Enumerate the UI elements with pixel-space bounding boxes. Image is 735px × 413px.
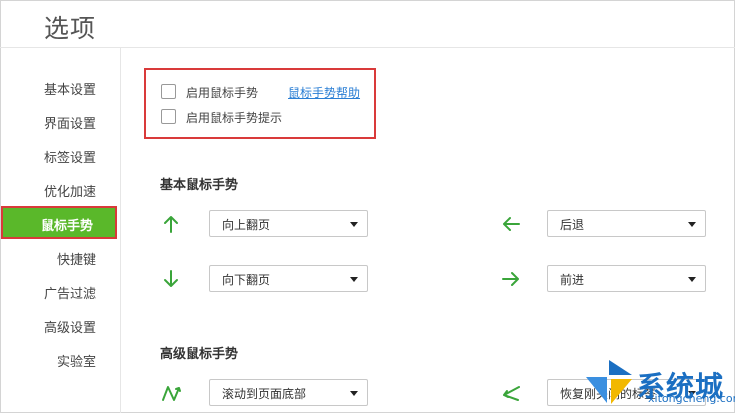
gesture-right-value: 前进 xyxy=(560,273,585,287)
gesture-up-value: 向上翻页 xyxy=(222,218,271,232)
basic-gestures-title: 基本鼠标手势 xyxy=(160,178,239,193)
chevron-down-icon xyxy=(350,391,358,396)
chevron-down-icon xyxy=(688,277,696,282)
gesture-zigzag-icon xyxy=(162,386,181,401)
gesture-zigzag-value: 滚动到页面底部 xyxy=(222,387,307,401)
gesture-turn-icon xyxy=(503,386,520,401)
sidebar-item-mouse-gesture[interactable]: 鼠标手势 xyxy=(1,206,117,239)
gesture-down-select[interactable]: 向下翻页 xyxy=(209,265,368,292)
arrow-left-icon xyxy=(503,217,520,231)
watermark-logo-icon xyxy=(586,360,632,404)
watermark-url: xitongcheng.com xyxy=(648,392,735,405)
gesture-right-select[interactable]: 前进 xyxy=(547,265,706,292)
gesture-down-value: 向下翻页 xyxy=(222,273,271,287)
arrow-right-icon xyxy=(502,272,519,286)
sidebar-item-basic[interactable]: 基本设置 xyxy=(44,79,96,98)
sidebar-item-label: 鼠标手势 xyxy=(40,219,93,234)
arrow-up-icon xyxy=(164,216,178,233)
chevron-down-icon xyxy=(350,277,358,282)
gesture-left-select[interactable]: 后退 xyxy=(547,210,706,237)
chevron-down-icon xyxy=(688,222,696,227)
chevron-down-icon xyxy=(350,222,358,227)
gesture-options-highlight xyxy=(144,68,376,139)
sidebar-item-adblock[interactable]: 广告过滤 xyxy=(44,283,96,302)
advanced-gestures-title: 高级鼠标手势 xyxy=(160,347,239,362)
enable-gesture-hint-checkbox[interactable] xyxy=(161,109,176,124)
sidebar-item-tabs[interactable]: 标签设置 xyxy=(44,147,96,166)
enable-gesture-hint-label: 启用鼠标手势提示 xyxy=(186,111,283,125)
gesture-left-value: 后退 xyxy=(560,218,585,232)
arrow-down-icon xyxy=(164,270,178,287)
gesture-help-link[interactable]: 鼠标手势帮助 xyxy=(288,84,360,101)
enable-gesture-checkbox[interactable] xyxy=(161,84,176,99)
gesture-up-select[interactable]: 向上翻页 xyxy=(209,210,368,237)
gesture-zigzag-select[interactable]: 滚动到页面底部 xyxy=(209,379,368,406)
sidebar-item-advanced[interactable]: 高级设置 xyxy=(44,317,96,336)
sidebar-item-lab[interactable]: 实验室 xyxy=(57,351,96,370)
sidebar-item-shortcuts[interactable]: 快捷键 xyxy=(57,249,96,268)
sidebar: 基本设置 界面设置 标签设置 优化加速 鼠标手势 快捷键 广告过滤 高级设置 实… xyxy=(0,48,121,413)
sidebar-item-optimize[interactable]: 优化加速 xyxy=(44,181,96,200)
enable-gesture-label: 启用鼠标手势 xyxy=(186,86,259,100)
sidebar-item-interface[interactable]: 界面设置 xyxy=(44,113,96,132)
window-title: 选项 xyxy=(44,14,97,43)
header: 选项 xyxy=(0,0,735,48)
